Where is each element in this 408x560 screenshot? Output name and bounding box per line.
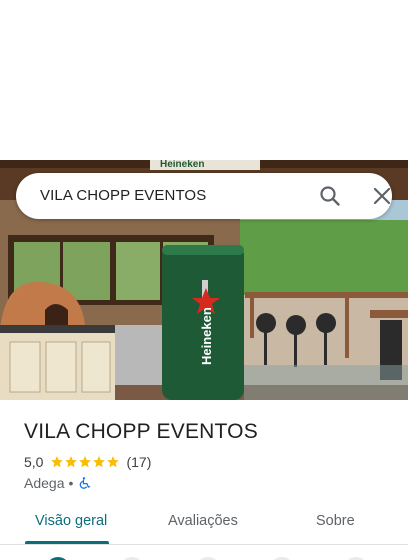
rating-value: 5,0 <box>24 454 44 470</box>
tab-about[interactable]: Sobre <box>316 513 355 529</box>
heineken-sign-text: Heineken <box>160 160 204 170</box>
search-icon[interactable] <box>319 185 341 207</box>
star-rating <box>50 455 120 469</box>
place-title: VILA CHOPP EVENTOS <box>24 420 258 443</box>
place-category: Adega <box>24 475 65 491</box>
category-row: Adega • <box>24 474 91 492</box>
review-count[interactable]: (17) <box>126 454 151 470</box>
rating-row[interactable]: 5,0 (17) <box>24 453 151 471</box>
star-icon <box>93 456 106 468</box>
star-icon <box>51 456 64 468</box>
place-tabs: Visão geral Avaliações Sobre <box>0 500 408 544</box>
tab-reviews[interactable]: Avaliações <box>168 513 238 529</box>
star-icon <box>65 456 78 468</box>
separator-dot: • <box>68 475 74 491</box>
close-icon[interactable] <box>371 185 393 207</box>
wheelchair-icon <box>77 476 91 490</box>
star-icon <box>79 456 92 468</box>
heineken-tap-text: Heineken <box>199 307 214 365</box>
tab-overview[interactable]: Visão geral <box>35 513 107 529</box>
map-blank-area <box>0 0 408 160</box>
search-input[interactable]: VILA CHOPP EVENTOS <box>40 187 206 204</box>
star-icon <box>107 456 120 468</box>
action-buttons-row <box>0 545 408 560</box>
search-bar[interactable]: VILA CHOPP EVENTOS <box>16 173 392 219</box>
